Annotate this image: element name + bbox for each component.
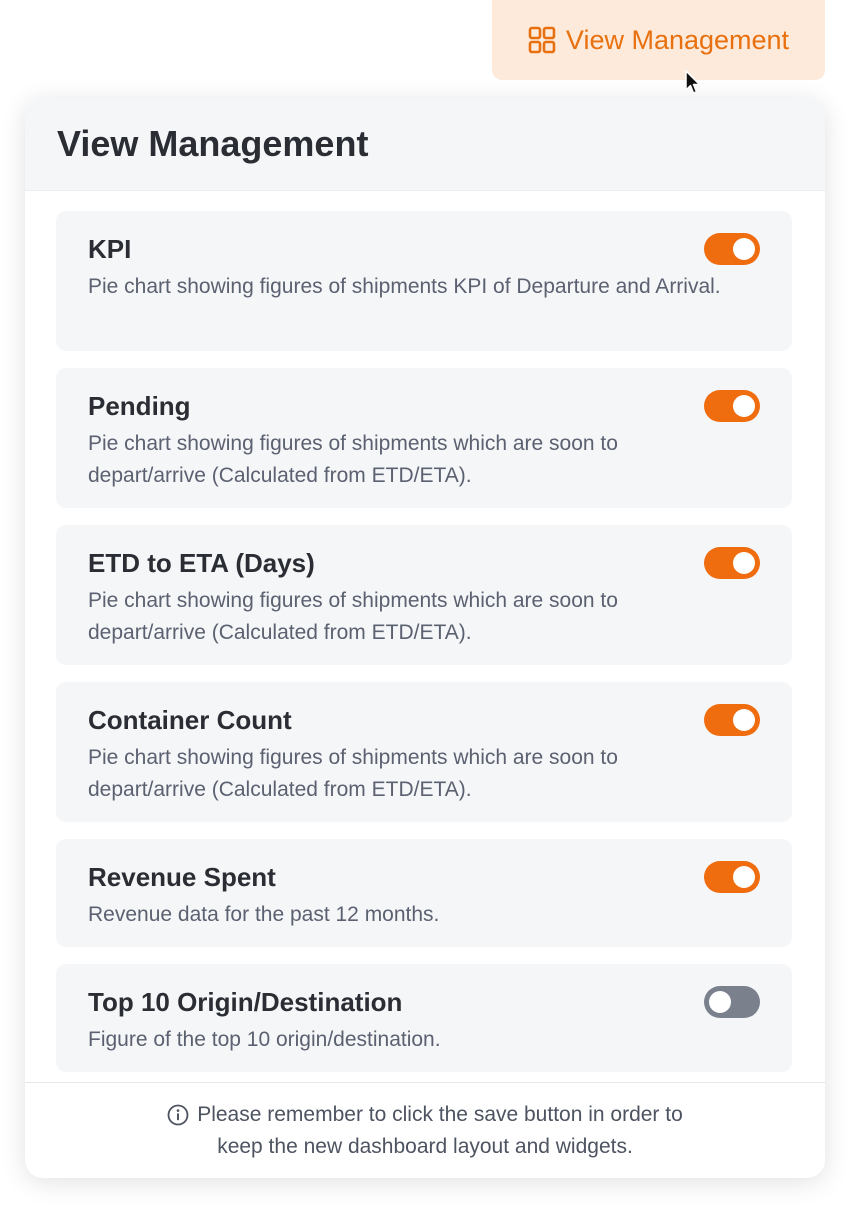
widget-card-top-10-origin-destination: Top 10 Origin/Destination Figure of the … xyxy=(56,964,792,1072)
view-management-panel: View Management KPI Pie chart showing fi… xyxy=(25,98,825,1178)
widget-description: Revenue data for the past 12 months. xyxy=(88,903,440,926)
widget-title: ETD to ETA (Days) xyxy=(88,548,315,578)
widget-title: Revenue Spent xyxy=(88,862,276,892)
save-reminder-note: Please remember to click the save button… xyxy=(25,1082,825,1178)
widget-toggle-etd-to-eta[interactable] xyxy=(704,547,760,579)
widget-toggle-top-10-origin-destination[interactable] xyxy=(704,986,760,1018)
widget-card-container-count: Container Count Pie chart showing figure… xyxy=(56,682,792,822)
panel-header: View Management xyxy=(25,98,825,191)
save-reminder-line-2: keep the new dashboard layout and widget… xyxy=(217,1134,633,1158)
mouse-cursor-icon xyxy=(685,70,701,94)
info-icon xyxy=(167,1104,189,1125)
widget-card-pending: Pending Pie chart showing figures of shi… xyxy=(56,368,792,508)
toggle-knob xyxy=(733,552,755,574)
widget-title: Container Count xyxy=(88,705,292,735)
toggle-knob xyxy=(733,395,755,417)
widget-description: Figure of the top 10 origin/destination. xyxy=(88,1028,441,1051)
widget-description: Pie chart showing figures of shipments w… xyxy=(88,432,618,487)
widget-description: Pie chart showing figures of shipments K… xyxy=(88,275,721,298)
widget-description: Pie chart showing figures of shipments w… xyxy=(88,746,618,801)
widget-title: Pending xyxy=(88,391,191,421)
widget-toggle-revenue-spent[interactable] xyxy=(704,861,760,893)
widget-description: Pie chart showing figures of shipments w… xyxy=(88,589,618,644)
widget-card-revenue-spent: Revenue Spent Revenue data for the past … xyxy=(56,839,792,947)
save-reminder-line-1: Please remember to click the save button… xyxy=(197,1102,683,1126)
widget-card-etd-to-eta: ETD to ETA (Days) Pie chart showing figu… xyxy=(56,525,792,665)
toggle-knob xyxy=(733,866,755,888)
view-management-button-label: View Management xyxy=(565,24,790,55)
widget-toggle-container-count[interactable] xyxy=(704,704,760,736)
toggle-knob xyxy=(733,238,755,260)
grid-icon xyxy=(528,26,556,54)
widget-title: KPI xyxy=(88,234,132,264)
panel-title: View Management xyxy=(57,123,369,164)
toggle-knob xyxy=(709,991,731,1013)
widget-list: KPI Pie chart showing figures of shipmen… xyxy=(25,191,825,1072)
widget-toggle-kpi[interactable] xyxy=(704,233,760,265)
widget-card-kpi: KPI Pie chart showing figures of shipmen… xyxy=(56,211,792,351)
widget-title: Top 10 Origin/Destination xyxy=(88,987,403,1017)
widget-toggle-pending[interactable] xyxy=(704,390,760,422)
view-management-button[interactable]: View Management xyxy=(492,0,825,80)
toggle-knob xyxy=(733,709,755,731)
